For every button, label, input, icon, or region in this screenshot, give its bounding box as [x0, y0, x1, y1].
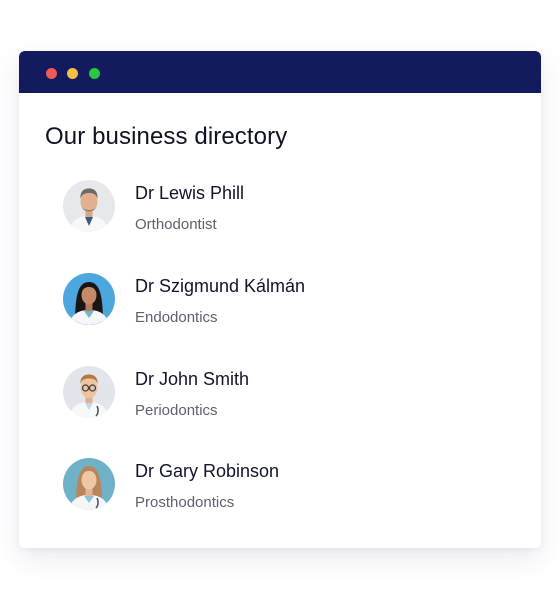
- directory-entry[interactable]: Dr Szigmund Kálmán Endodontics: [63, 273, 503, 329]
- doctor-name: Dr Gary Robinson: [135, 461, 280, 481]
- doctor-specialty: Prosthodontics: [135, 494, 235, 511]
- doctor-female-avatar-icon: [63, 458, 115, 510]
- doctor-name: Dr Szigmund Kálmán: [135, 276, 306, 296]
- directory-entry[interactable]: Dr Lewis Phill Orthodontist: [63, 180, 503, 236]
- doctor-male-glasses-avatar-icon: [63, 366, 115, 418]
- directory-entry[interactable]: Dr John Smith Periodontics: [63, 366, 503, 422]
- doctor-specialty: Endodontics: [135, 309, 218, 326]
- doctor-specialty: Orthodontist: [135, 216, 217, 233]
- directory-entry[interactable]: Dr Gary Robinson Prosthodontics: [63, 458, 503, 514]
- doctor-specialty: Periodontics: [135, 402, 218, 419]
- doctor-male-avatar-icon: [63, 180, 115, 232]
- directory-list: Dr Lewis Phill Orthodontist Dr Szigmund …: [19, 51, 541, 548]
- doctor-female-avatar-icon: [63, 273, 115, 325]
- doctor-name: Dr Lewis Phill: [135, 183, 245, 203]
- doctor-name: Dr John Smith: [135, 369, 250, 389]
- app-window: Our business directory Dr Lewis Phill Or…: [19, 51, 541, 548]
